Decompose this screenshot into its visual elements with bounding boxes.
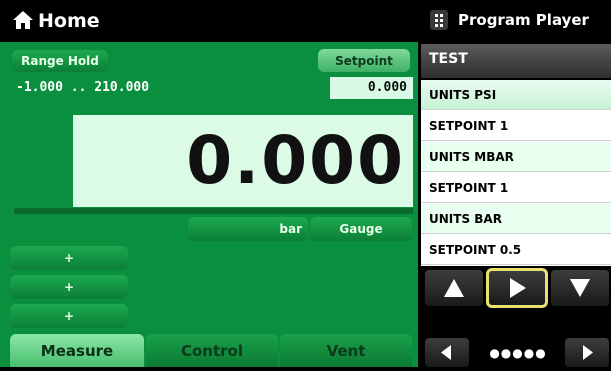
up-arrow-icon <box>444 279 464 297</box>
list-item[interactable]: UNITS MBAR <box>421 142 611 172</box>
grid-icon[interactable] <box>430 10 448 30</box>
home-title-bar: Home <box>0 0 418 42</box>
plus-button-3[interactable]: + <box>10 304 128 328</box>
left-arrow-icon <box>441 345 451 360</box>
program-player-title: Program Player <box>458 11 589 29</box>
list-item[interactable]: SETPOINT 0.5 <box>421 235 611 265</box>
down-button[interactable] <box>551 270 609 306</box>
page-title: Home <box>38 10 100 32</box>
tab-control[interactable]: Control <box>146 334 278 367</box>
list-item[interactable]: SETPOINT 1 <box>421 111 611 141</box>
page-right-button[interactable] <box>565 338 609 367</box>
list-item[interactable]: UNITS PSI <box>421 80 611 110</box>
setpoint-button[interactable]: Setpoint <box>318 49 410 72</box>
mode-button[interactable]: Gauge <box>310 217 412 241</box>
reading-progress-bar <box>14 208 413 214</box>
play-button[interactable] <box>486 268 548 308</box>
play-icon <box>510 278 526 298</box>
program-name-bar[interactable]: TEST <box>421 44 611 78</box>
home-icon[interactable] <box>12 10 34 30</box>
down-arrow-icon <box>570 279 590 297</box>
list-item[interactable]: UNITS BAR <box>421 204 611 234</box>
plus-button-2[interactable]: + <box>10 275 128 299</box>
pressure-reading-display: 0.000 <box>73 115 413 207</box>
tab-measure[interactable]: Measure <box>10 334 144 367</box>
range-hold-button[interactable]: Range Hold <box>12 50 108 72</box>
right-arrow-icon <box>583 345 593 360</box>
plus-button-1[interactable]: + <box>10 246 128 270</box>
tab-vent[interactable]: Vent <box>280 334 412 367</box>
up-button[interactable] <box>425 270 483 306</box>
setpoint-value-field[interactable]: 0.000 <box>330 77 413 99</box>
page-indicator-dots: ●●●●● <box>489 346 547 360</box>
range-text: -1.000 .. 210.000 <box>16 80 150 95</box>
program-step-list[interactable]: UNITS PSI SETPOINT 1 UNITS MBAR SETPOINT… <box>421 80 611 266</box>
unit-button[interactable]: bar <box>188 217 308 241</box>
page-left-button[interactable] <box>425 338 469 367</box>
list-item[interactable]: SETPOINT 1 <box>421 173 611 203</box>
